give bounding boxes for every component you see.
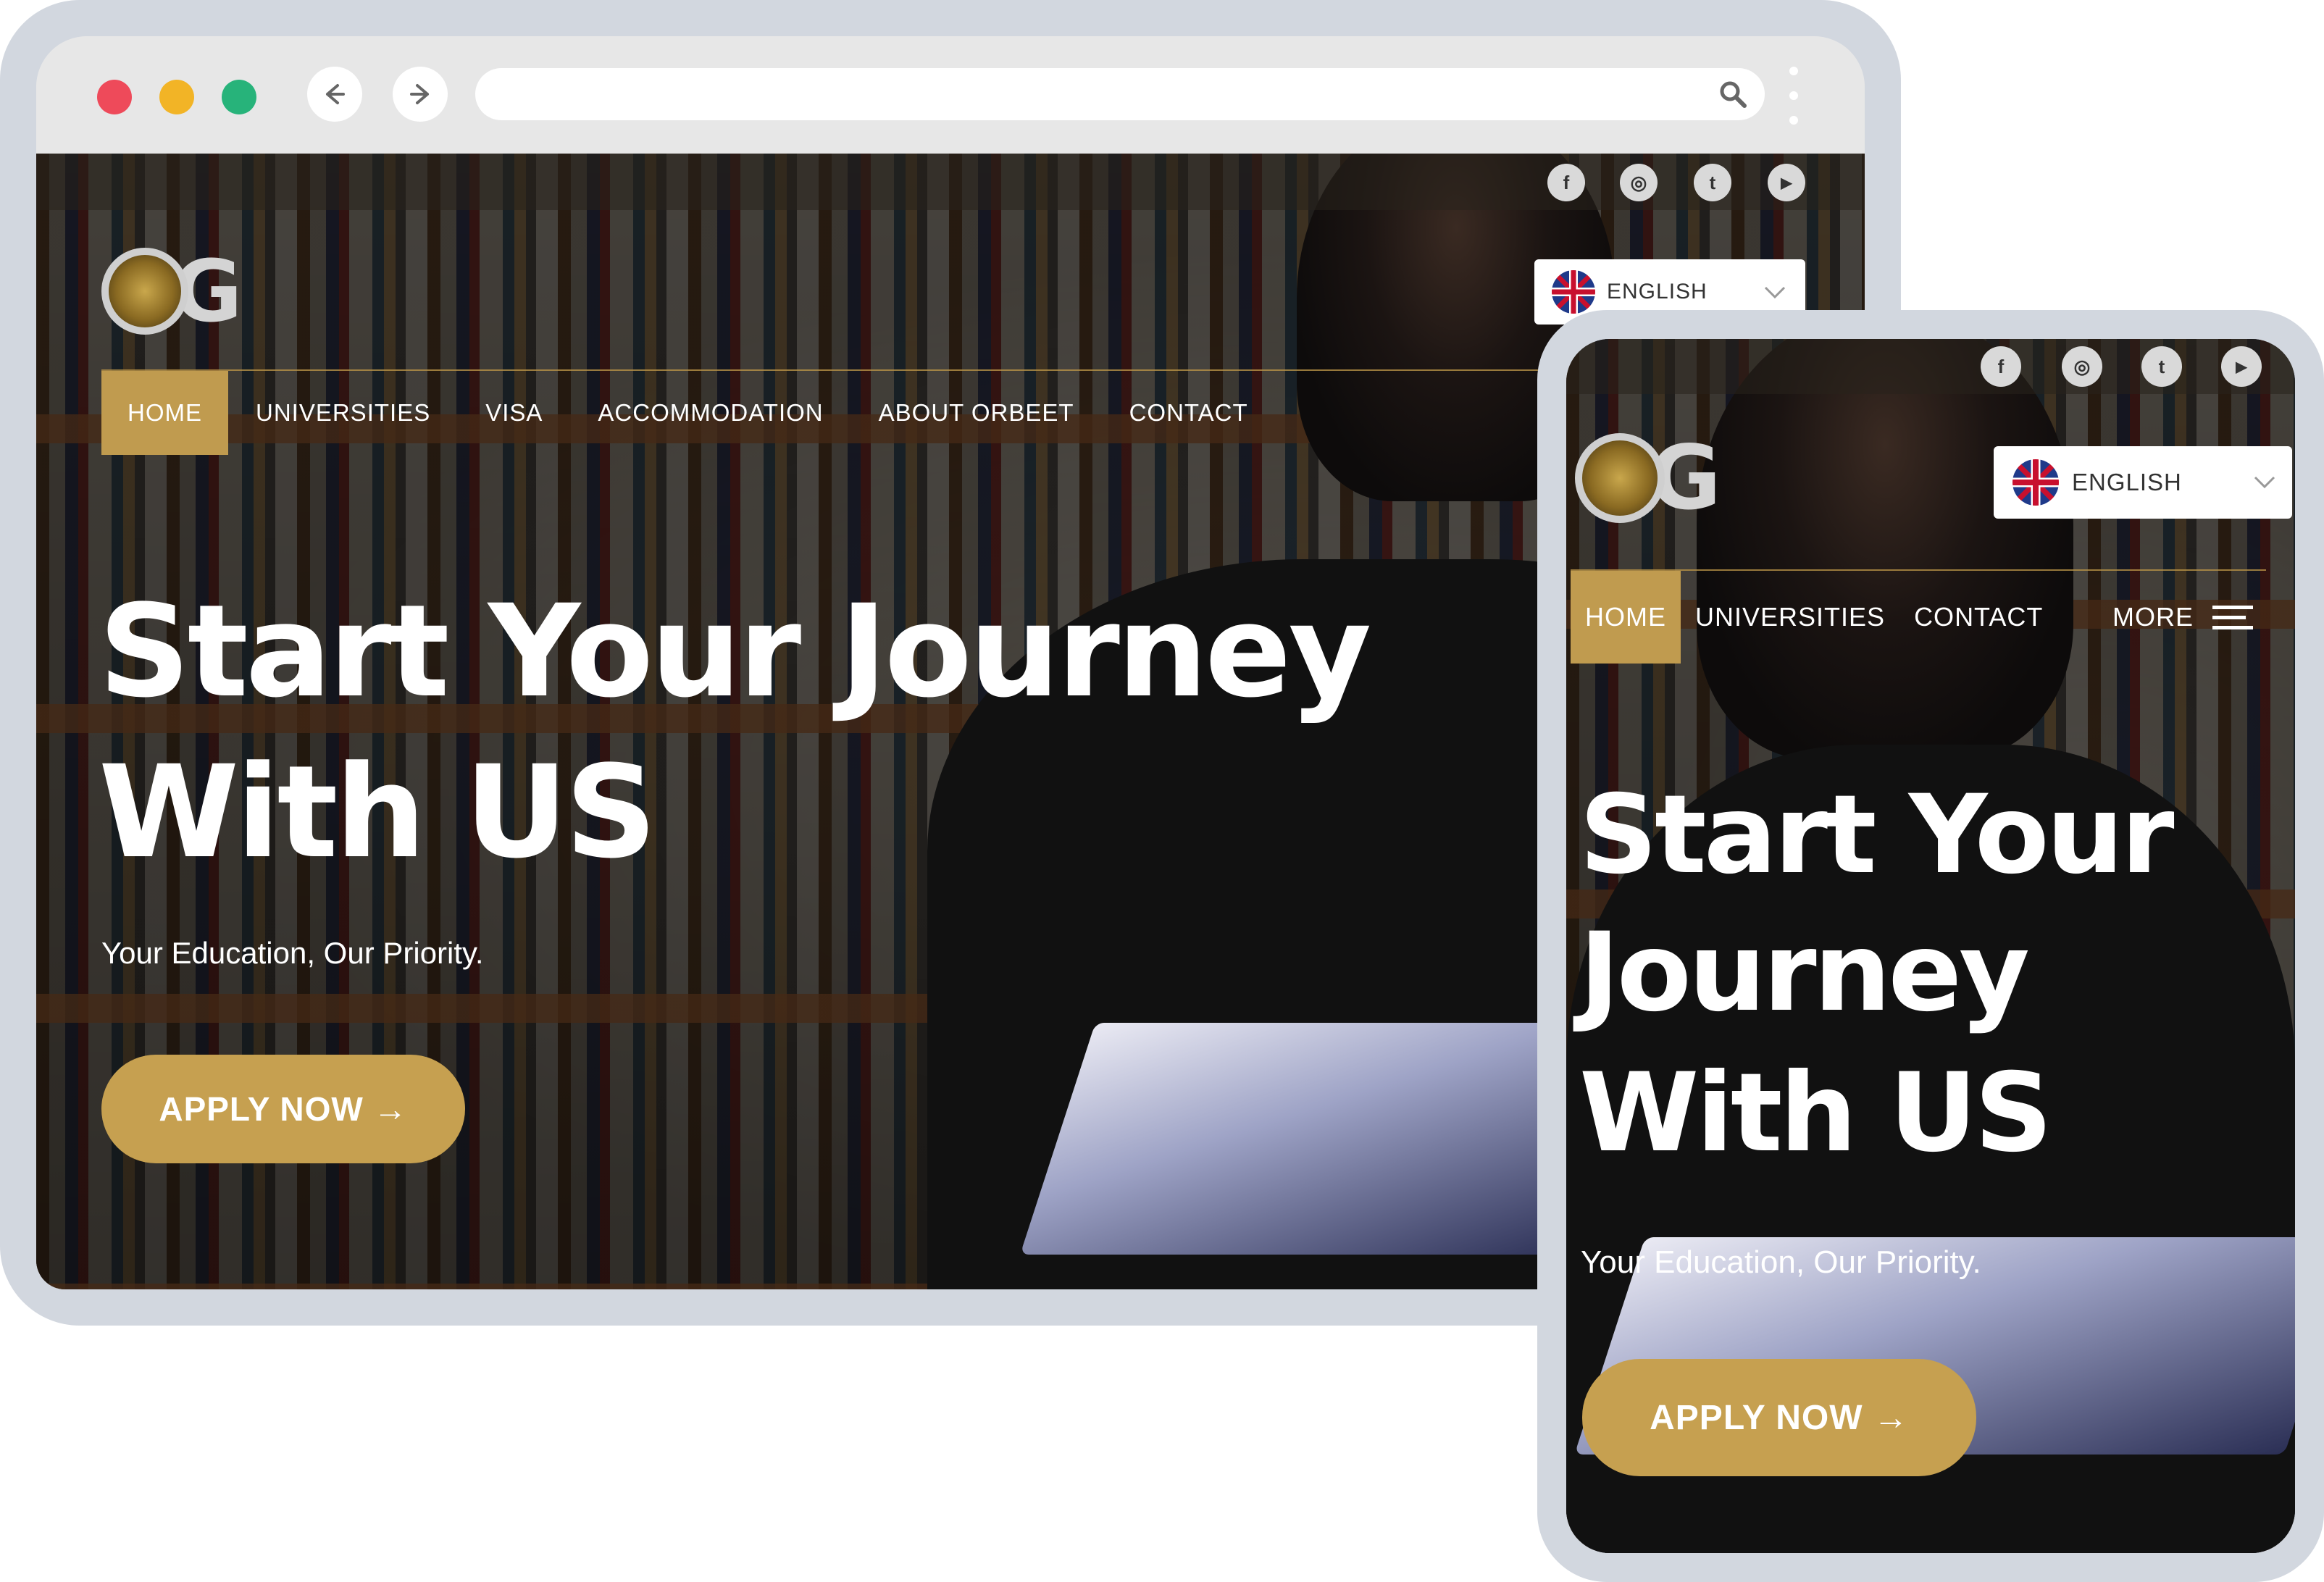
- forward-button[interactable]: [393, 67, 448, 122]
- back-button[interactable]: [307, 67, 362, 122]
- close-window-dot[interactable]: [97, 80, 132, 114]
- top-social-strip: [1566, 339, 2295, 394]
- youtube-icon[interactable]: ▶: [2221, 346, 2262, 387]
- chevron-down-icon: [2254, 476, 2275, 489]
- hero-subtitle: Your Education, Our Priority.: [1581, 1244, 1981, 1280]
- language-label: ENGLISH: [2072, 469, 2182, 495]
- hero-title-line-2: Journey: [1579, 910, 2030, 1036]
- eagle-logo-icon: [101, 248, 188, 335]
- instagram-icon[interactable]: ◎: [2062, 346, 2102, 387]
- arrow-left-icon: [326, 84, 345, 104]
- top-social-strip: [36, 154, 1865, 210]
- eagle-logo-icon: [1575, 433, 1665, 523]
- nav-more[interactable]: MORE: [2112, 571, 2212, 664]
- nav-accommodation[interactable]: ACCOMMODATION: [570, 371, 850, 455]
- nav-contact[interactable]: CONTACT: [1899, 571, 2057, 664]
- search-icon[interactable]: [1717, 78, 1749, 110]
- maximize-window-dot[interactable]: [222, 80, 256, 114]
- mobile-website: f ◎ t ▶ G ENGLISH HOME UNIVERSITIES CONT…: [1566, 339, 2295, 1553]
- orbeet-logo[interactable]: G: [1575, 433, 1721, 523]
- twitter-icon[interactable]: t: [1694, 164, 1731, 201]
- chevron-down-icon: [1764, 286, 1786, 299]
- uk-flag-icon: [1552, 270, 1595, 314]
- mobile-nav: HOME UNIVERSITIES CONTACT: [1571, 571, 2057, 664]
- orbeet-logo[interactable]: G: [101, 248, 243, 335]
- hamburger-icon[interactable]: [2212, 604, 2253, 630]
- arrow-right-icon: [410, 84, 429, 104]
- browser-menu-icon[interactable]: [1788, 67, 1800, 125]
- nav-home[interactable]: HOME: [1571, 571, 1681, 664]
- hero-title-line-2: With US: [99, 738, 657, 887]
- facebook-icon[interactable]: f: [1981, 346, 2021, 387]
- twitter-icon[interactable]: t: [2141, 346, 2182, 387]
- address-bar[interactable]: [475, 68, 1765, 120]
- uk-flag-icon: [2012, 459, 2059, 506]
- youtube-icon[interactable]: ▶: [1768, 164, 1805, 201]
- nav-universities[interactable]: UNIVERSITIES: [228, 371, 458, 455]
- hero-title-line-1: Start Your Journey: [99, 577, 1371, 726]
- facebook-icon[interactable]: f: [1547, 164, 1585, 201]
- more-menu[interactable]: MORE: [2112, 571, 2253, 664]
- language-label: ENGLISH: [1607, 280, 1708, 304]
- apply-now-button[interactable]: APPLY NOW →: [101, 1055, 465, 1163]
- nav-universities[interactable]: UNIVERSITIES: [1681, 571, 1899, 664]
- hero-subtitle: Your Education, Our Priority.: [101, 936, 484, 970]
- browser-toolbar: [36, 36, 1865, 154]
- nav-about-orbeet[interactable]: ABOUT ORBEET: [851, 371, 1102, 455]
- hero-title-line-1: Start Your: [1579, 772, 2175, 898]
- instagram-icon[interactable]: ◎: [1620, 164, 1658, 201]
- language-selector[interactable]: ENGLISH: [1994, 446, 2292, 519]
- main-nav: HOME UNIVERSITIES VISA ACCOMMODATION ABO…: [101, 371, 1276, 455]
- mobile-device-frame: f ◎ t ▶ G ENGLISH HOME UNIVERSITIES CONT…: [1537, 310, 2324, 1582]
- nav-home[interactable]: HOME: [101, 371, 228, 455]
- hero-title-line-3: With US: [1579, 1050, 2052, 1176]
- minimize-window-dot[interactable]: [159, 80, 194, 114]
- nav-visa[interactable]: VISA: [458, 371, 570, 455]
- apply-now-button[interactable]: APPLY NOW →: [1582, 1359, 1976, 1476]
- student-photo: [1697, 339, 2073, 759]
- nav-contact[interactable]: CONTACT: [1102, 371, 1276, 455]
